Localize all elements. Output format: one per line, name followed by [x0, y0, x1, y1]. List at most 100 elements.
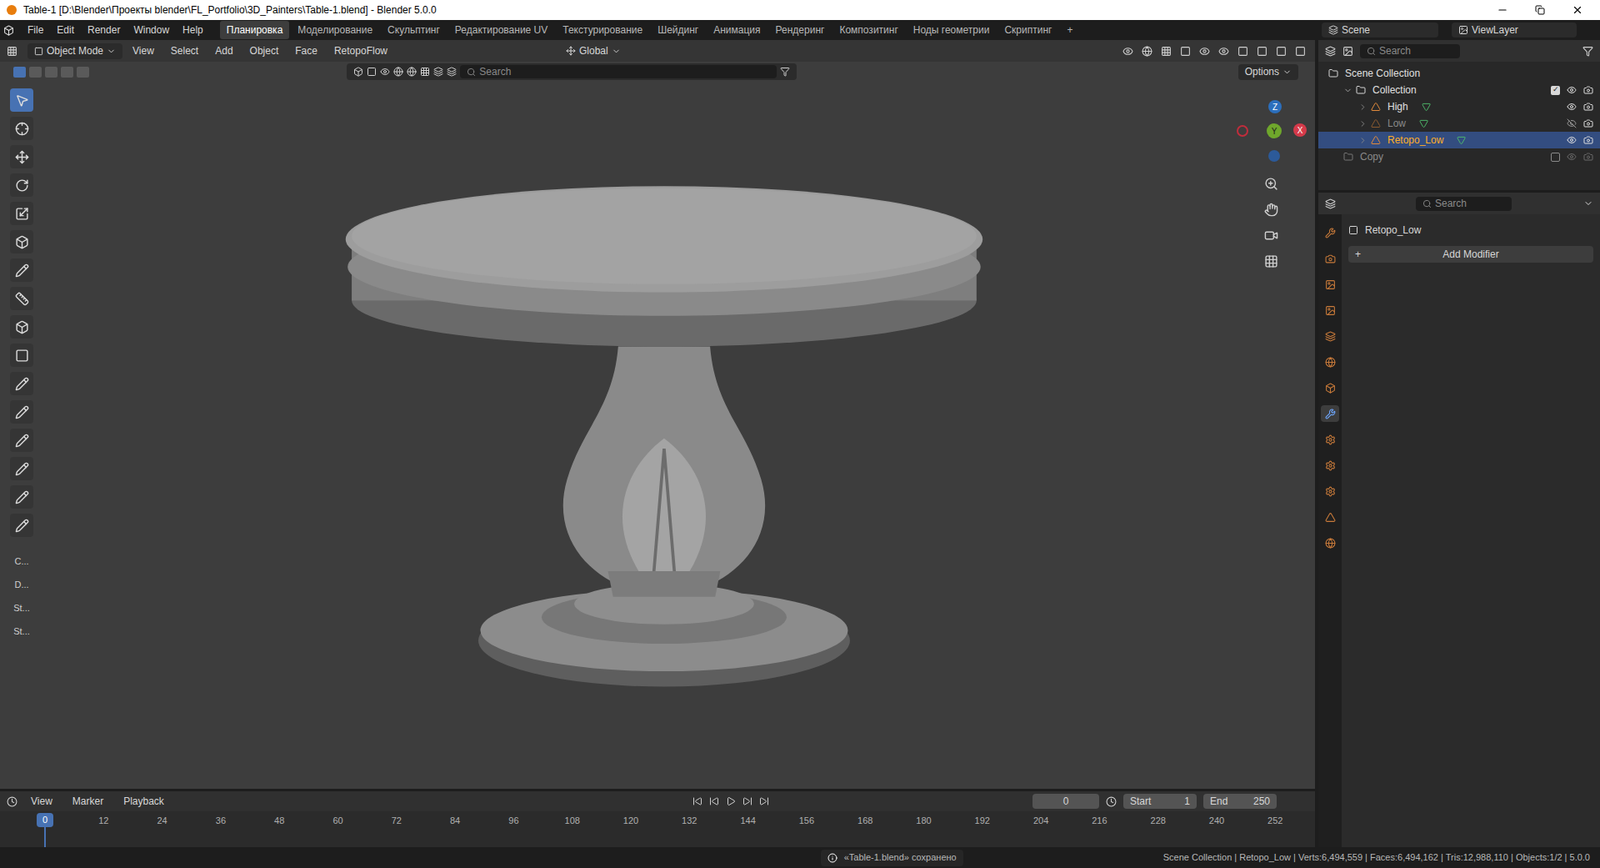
workspace-tab[interactable]: Рендеринг [769, 20, 832, 40]
shading-icon[interactable] [1160, 45, 1172, 57]
workspace-tab[interactable]: Редактирование UV [448, 20, 555, 40]
tool-button[interactable] [10, 116, 34, 140]
tool-button[interactable] [10, 428, 34, 452]
properties-tab[interactable] [1320, 275, 1340, 293]
view-nav-icon[interactable] [1264, 176, 1279, 191]
filter-icon[interactable] [433, 66, 444, 77]
tool-button[interactable] [10, 145, 34, 169]
timeline-ruler[interactable]: 1224364860728496108120132144156168180192… [0, 810, 1315, 847]
workspace-tab[interactable]: Планировка [220, 20, 290, 40]
navigation-gizmo[interactable]: ZYX [1233, 98, 1309, 165]
properties-search[interactable]: Search [1415, 196, 1512, 211]
editor-type-icon[interactable] [6, 795, 18, 807]
select-mode-icon[interactable] [29, 66, 42, 78]
select-mode-icon[interactable] [60, 66, 74, 78]
workspace-tab[interactable]: Текстурирование [555, 20, 650, 40]
close-icon[interactable] [1571, 4, 1584, 16]
viewport-menu[interactable]: View [125, 43, 161, 59]
shading-icon[interactable] [1256, 45, 1268, 57]
select-mode-icon[interactable] [76, 66, 90, 78]
mode-selector[interactable]: Object Mode [27, 43, 123, 60]
tool-button[interactable] [10, 456, 34, 480]
start-field[interactable]: Start1 [1123, 793, 1197, 809]
outliner-row[interactable]: High [1318, 98, 1600, 115]
properties-tab[interactable] [1320, 224, 1340, 241]
properties-tab[interactable] [1320, 379, 1340, 396]
workspace-tab[interactable]: Ноды геометрии [906, 20, 997, 40]
tool-button[interactable] [10, 286, 34, 310]
view-nav-icon[interactable] [1264, 228, 1279, 243]
menu-item[interactable]: Render [80, 22, 127, 38]
tool-button[interactable] [10, 400, 34, 424]
outliner-row[interactable]: Copy [1318, 148, 1600, 165]
properties-tab[interactable] [1320, 456, 1340, 474]
playback-icon[interactable] [759, 795, 770, 806]
viewport-menu[interactable]: Face [288, 43, 325, 59]
viewport-menu[interactable]: Object [243, 43, 286, 59]
playback-icon[interactable] [692, 795, 703, 806]
tool-button[interactable] [10, 343, 34, 367]
table-model[interactable] [0, 40, 1315, 789]
exclude-checkbox[interactable] [1550, 152, 1560, 162]
filter-icon[interactable] [353, 66, 364, 77]
workspace-tab[interactable]: Шейдинг [650, 20, 705, 40]
current-frame-field[interactable]: 0 [1032, 793, 1100, 809]
tool-button[interactable] [10, 315, 34, 339]
outliner-row[interactable]: Retopo_Low [1318, 131, 1600, 149]
properties-tab[interactable] [1320, 327, 1340, 345]
minimize-icon[interactable] [1496, 4, 1509, 16]
clock-icon[interactable] [1105, 795, 1117, 807]
filter-icon[interactable] [406, 66, 417, 77]
viewport-menu[interactable]: Select [164, 43, 205, 59]
toolbar-label[interactable]: St... [13, 598, 30, 617]
shading-icon[interactable] [1122, 45, 1134, 57]
toolbar-label[interactable]: St... [13, 621, 30, 640]
filter-icon[interactable] [366, 66, 377, 77]
outliner-row[interactable]: Low [1318, 115, 1600, 132]
tool-button[interactable] [10, 230, 34, 254]
menu-item[interactable]: Edit [50, 22, 81, 38]
workspace-tab[interactable]: Скульптинг [380, 20, 447, 40]
properties-tab[interactable] [1320, 430, 1340, 448]
playhead[interactable]: 0 [36, 812, 54, 827]
properties-tab[interactable] [1320, 301, 1340, 319]
properties-tab[interactable] [1320, 250, 1340, 267]
end-field[interactable]: End250 [1203, 793, 1277, 809]
playback-icon[interactable] [742, 795, 753, 806]
properties-tab[interactable] [1320, 482, 1340, 500]
options-button[interactable]: Options [1238, 64, 1299, 80]
filter-icon[interactable] [1582, 45, 1594, 57]
editor-type-icon[interactable] [1325, 45, 1336, 57]
properties-tab[interactable] [1320, 534, 1340, 551]
timeline-menu[interactable]: Playback [116, 793, 171, 809]
display-mode-icon[interactable] [1342, 45, 1354, 57]
timeline-menu[interactable]: Marker [65, 793, 110, 809]
toolbar-label[interactable]: D... [14, 575, 29, 594]
menu-item[interactable]: Help [175, 22, 210, 38]
properties-tab[interactable] [1320, 405, 1340, 422]
view-nav-icon[interactable] [1264, 202, 1279, 217]
filter-icon[interactable] [393, 66, 404, 77]
playback-icon[interactable] [709, 795, 720, 806]
shading-icon[interactable] [1275, 45, 1287, 57]
properties-tab[interactable] [1320, 353, 1340, 370]
viewport[interactable]: Object ModeViewSelectAddObjectFaceRetopo… [0, 40, 1315, 789]
workspace-tab[interactable]: Композитинг [832, 20, 905, 40]
playback-icon[interactable] [725, 795, 736, 806]
search-field[interactable]: Search [460, 65, 777, 79]
blender-menu-icon[interactable] [3, 25, 15, 36]
menu-item[interactable]: Window [126, 22, 176, 38]
tool-button[interactable] [10, 88, 34, 112]
view-nav-icon[interactable] [1264, 254, 1279, 269]
add-workspace-button[interactable]: + [1060, 22, 1080, 38]
shading-icon[interactable] [1141, 45, 1153, 57]
filter-icon[interactable] [380, 66, 390, 77]
view-layer-selector[interactable]: ViewLayer [1451, 22, 1577, 38]
shading-icon[interactable] [1218, 45, 1230, 57]
shading-icon[interactable] [1180, 45, 1191, 57]
tool-button[interactable] [10, 173, 34, 197]
shading-icon[interactable] [1199, 45, 1210, 57]
shading-icon[interactable] [1295, 45, 1306, 57]
filter-icon[interactable] [446, 66, 457, 77]
shading-icon[interactable] [1237, 45, 1249, 57]
